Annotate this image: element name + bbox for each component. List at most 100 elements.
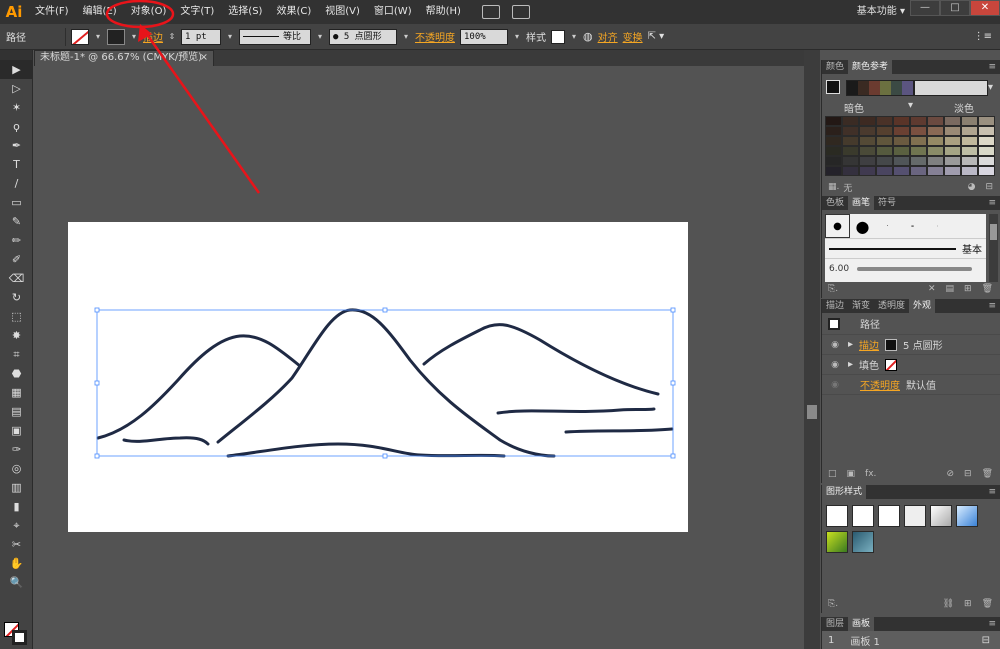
color-variation-swatch[interactable]: [876, 116, 893, 126]
color-variation-swatch[interactable]: [876, 166, 893, 176]
fill-swatch[interactable]: [71, 28, 89, 45]
chevron-down-icon[interactable]: ▾: [130, 29, 138, 45]
appearance-opacity-row[interactable]: ◉ 不透明度 默认值: [822, 375, 1000, 395]
appearance-opacity-link[interactable]: 不透明度: [860, 377, 900, 392]
stroke-link[interactable]: 描边: [143, 29, 163, 44]
recolor-icon[interactable]: ◍: [583, 30, 593, 43]
harmony-swatch[interactable]: [869, 81, 880, 95]
color-variation-swatch[interactable]: [927, 146, 944, 156]
brushes-scrollbar[interactable]: [989, 214, 998, 282]
chevron-down-icon[interactable]: ▾: [402, 29, 410, 45]
close-button[interactable]: ✕: [970, 0, 1000, 16]
color-variation-swatch[interactable]: [859, 166, 876, 176]
panel-menu-icon[interactable]: ≡: [988, 485, 1000, 499]
new-style-icon[interactable]: ⊞: [964, 599, 972, 609]
menu-item[interactable]: 对象(O): [124, 0, 174, 24]
add-fill-icon[interactable]: ▣: [847, 469, 856, 479]
color-variation-swatch[interactable]: [961, 136, 978, 146]
chevron-down-icon[interactable]: ▾: [988, 82, 993, 93]
color-variation-swatch[interactable]: [859, 116, 876, 126]
tool-icon[interactable]: /: [0, 174, 33, 193]
color-variation-swatch[interactable]: [978, 166, 995, 176]
style-outline[interactable]: [904, 505, 926, 527]
tool-icon[interactable]: ⌫: [0, 269, 33, 288]
menu-item[interactable]: 选择(S): [221, 0, 269, 24]
tool-icon[interactable]: ▶: [0, 60, 33, 79]
panel-menu-icon[interactable]: ≡: [988, 196, 1000, 210]
color-variation-swatch[interactable]: [961, 116, 978, 126]
chevron-down-icon[interactable]: ▾: [94, 29, 102, 45]
tab-gradient[interactable]: 渐变: [848, 299, 874, 313]
harmony-rules-dropdown[interactable]: [914, 80, 988, 96]
color-variation-swatch[interactable]: [893, 126, 910, 136]
clear-appearance-icon[interactable]: ⊘: [946, 469, 954, 479]
style-blue-gradient[interactable]: [956, 505, 978, 527]
minimize-button[interactable]: —: [910, 0, 940, 16]
graphic-style-swatch[interactable]: [551, 29, 565, 44]
opacity-field[interactable]: 100%: [460, 28, 508, 45]
tab-color[interactable]: 颜色: [822, 60, 848, 74]
tool-icon[interactable]: ▷: [0, 79, 33, 98]
color-variation-swatch[interactable]: [893, 166, 910, 176]
brush-options-icon[interactable]: ▤: [946, 284, 955, 294]
tool-icon[interactable]: ✎: [0, 212, 33, 231]
tool-icon[interactable]: ✐: [0, 250, 33, 269]
appearance-stroke-link[interactable]: 描边: [859, 337, 879, 352]
base-color-swatch[interactable]: [826, 80, 840, 94]
color-variation-swatch[interactable]: [978, 126, 995, 136]
color-variation-swatch[interactable]: [825, 156, 842, 166]
color-variation-swatch[interactable]: [944, 136, 961, 146]
tool-icon[interactable]: 🔍: [0, 573, 33, 592]
tool-icon[interactable]: ▥: [0, 478, 33, 497]
tab-stroke[interactable]: 描边: [822, 299, 848, 313]
align-link[interactable]: 对齐: [598, 29, 618, 44]
tab-graphic-styles[interactable]: 图形样式: [822, 485, 867, 499]
color-variation-swatch[interactable]: [842, 156, 859, 166]
duplicate-item-icon[interactable]: ⊟: [964, 469, 972, 479]
tool-icon[interactable]: ↻: [0, 288, 33, 307]
color-variation-swatch[interactable]: [825, 136, 842, 146]
basic-brush-row[interactable]: 基本: [825, 238, 986, 258]
chevron-down-icon[interactable]: ▾: [226, 29, 234, 45]
color-variation-swatch[interactable]: [859, 156, 876, 166]
color-variation-swatch[interactable]: [893, 146, 910, 156]
style-none-fill[interactable]: [852, 505, 874, 527]
scrollbar-thumb[interactable]: [807, 405, 817, 419]
delete-brush-icon[interactable]: 🗑: [982, 284, 999, 294]
tab-swatches[interactable]: 色板: [822, 196, 848, 210]
color-variation-swatch[interactable]: [825, 116, 842, 126]
panel-menu-icon[interactable]: ⋮≡: [974, 31, 1000, 42]
color-variation-swatch[interactable]: [910, 146, 927, 156]
chevron-down-icon[interactable]: ▾: [513, 29, 521, 45]
fill-none-swatch[interactable]: [885, 358, 898, 371]
close-tab-icon[interactable]: ×: [200, 51, 208, 65]
style-green-texture[interactable]: [826, 531, 848, 553]
color-variation-swatch[interactable]: [978, 116, 995, 126]
delete-style-icon[interactable]: 🗑: [982, 599, 999, 609]
color-variation-swatch[interactable]: [927, 126, 944, 136]
color-variation-swatch[interactable]: [825, 166, 842, 176]
document-tab[interactable]: 未标题-1* @ 66.67% (CMYK/预览) ×: [34, 50, 214, 66]
color-variation-swatch[interactable]: [842, 126, 859, 136]
style-teal-texture[interactable]: [852, 531, 874, 553]
stepper-icon[interactable]: ⇕: [168, 29, 176, 45]
fill-stroke-indicator[interactable]: [4, 622, 28, 646]
color-variation-swatch[interactable]: [859, 126, 876, 136]
color-variation-swatch[interactable]: [961, 126, 978, 136]
color-variation-swatch[interactable]: [842, 146, 859, 156]
tab-color-guide[interactable]: 颜色参考: [848, 60, 893, 74]
swatch-library-icon[interactable]: ▦.: [828, 182, 839, 192]
color-variation-swatch[interactable]: [876, 136, 893, 146]
color-variation-swatch[interactable]: [859, 146, 876, 156]
brush-library-icon[interactable]: ⎘.: [828, 284, 838, 294]
menu-item[interactable]: 编辑(E): [76, 0, 124, 24]
expand-triangle-icon[interactable]: ▸: [848, 359, 853, 370]
panel-menu-icon[interactable]: ≡: [988, 617, 1000, 631]
brush-dot[interactable]: ·: [875, 214, 900, 238]
charcoal-brush-row[interactable]: 6.00: [825, 258, 986, 278]
style-white[interactable]: [878, 505, 900, 527]
menu-item[interactable]: 文件(F): [28, 0, 76, 24]
canvas-area[interactable]: [34, 66, 804, 649]
save-group-icon[interactable]: ⊟: [985, 182, 999, 192]
chevron-down-icon[interactable]: ▾: [570, 29, 578, 45]
